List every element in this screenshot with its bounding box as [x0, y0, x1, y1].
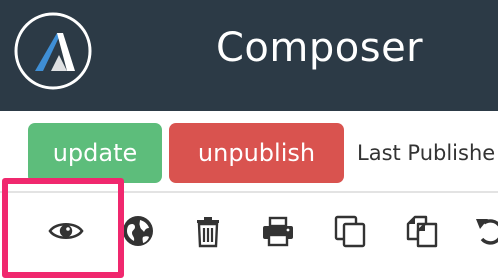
copy-icon	[334, 215, 366, 248]
print-button[interactable]	[258, 211, 298, 251]
app-title: Composer	[216, 25, 424, 71]
globe-icon	[123, 216, 153, 246]
update-button[interactable]: update	[28, 123, 162, 183]
app-header: Composer	[0, 0, 498, 111]
undo-button[interactable]	[470, 211, 498, 251]
preview-highlight-box	[2, 178, 124, 278]
composer-logo-icon[interactable]	[13, 11, 93, 91]
duplicate-button[interactable]	[330, 211, 370, 251]
unpublish-button[interactable]: unpublish	[169, 123, 344, 183]
trash-icon	[197, 217, 219, 248]
printer-icon	[263, 216, 293, 247]
paste-button[interactable]	[402, 211, 442, 251]
paste-icon	[406, 215, 438, 248]
undo-icon	[476, 219, 498, 245]
last-published-text: Last Publishe	[357, 141, 496, 165]
view-live-button[interactable]	[118, 211, 158, 251]
delete-button[interactable]	[188, 211, 228, 251]
